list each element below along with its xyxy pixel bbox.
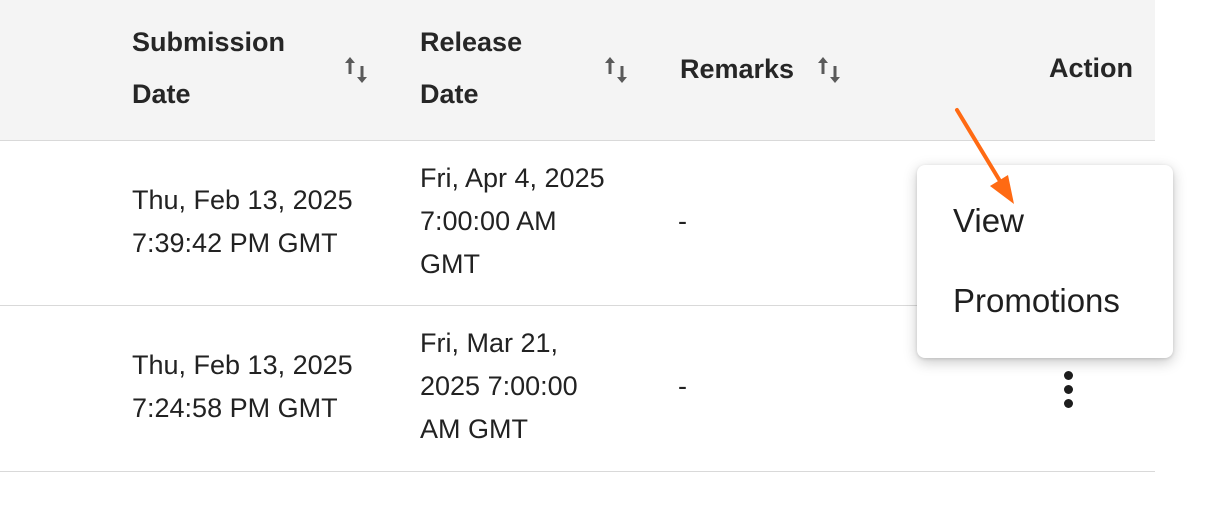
cell-text: Fri, Mar 21, [420,328,559,358]
menu-item-promotions[interactable]: Promotions [953,282,1120,320]
cell-text: Fri, Apr 4, 2025 [420,163,605,193]
sort-arrows-icon[interactable] [343,54,369,86]
cell-text: AM GMT [420,414,528,444]
remarks-cell: - [678,371,687,401]
cell-text: GMT [420,249,480,279]
cell-text: 7:24:58 PM GMT [132,393,338,423]
sort-arrows-icon[interactable] [603,54,629,86]
submission-date-cell: Thu, Feb 13, 2025 7:39:42 PM GMT [132,179,353,265]
column-header-label: Release [420,27,523,57]
cell-text: 7:39:42 PM GMT [132,228,338,258]
cell-text: Thu, Feb 13, 2025 [132,185,353,215]
action-menu: View Promotions [917,165,1173,358]
cell-text: Thu, Feb 13, 2025 [132,350,353,380]
release-date-cell: Fri, Mar 21, 2025 7:00:00 AM GMT [420,322,578,451]
menu-item-view[interactable]: View [953,202,1024,240]
more-vertical-icon[interactable] [1058,369,1078,411]
column-header-label: Date [132,79,191,109]
release-date-cell: Fri, Apr 4, 2025 7:00:00 AM GMT [420,157,605,286]
column-header-label: Date [420,79,479,109]
column-header-submission-date[interactable]: Submission Date [132,16,285,120]
table-header: Submission Date Release Date Remarks Act… [0,0,1155,141]
cell-text: 7:00:00 AM [420,206,557,236]
column-header-action: Action [1049,53,1133,83]
column-header-label: Submission [132,27,286,57]
submission-date-cell: Thu, Feb 13, 2025 7:24:58 PM GMT [132,344,353,430]
sort-arrows-icon[interactable] [816,54,842,86]
column-header-remarks[interactable]: Remarks [680,43,794,95]
column-header-release-date[interactable]: Release Date [420,16,522,120]
cell-text: 2025 7:00:00 [420,371,578,401]
remarks-cell: - [678,206,687,236]
